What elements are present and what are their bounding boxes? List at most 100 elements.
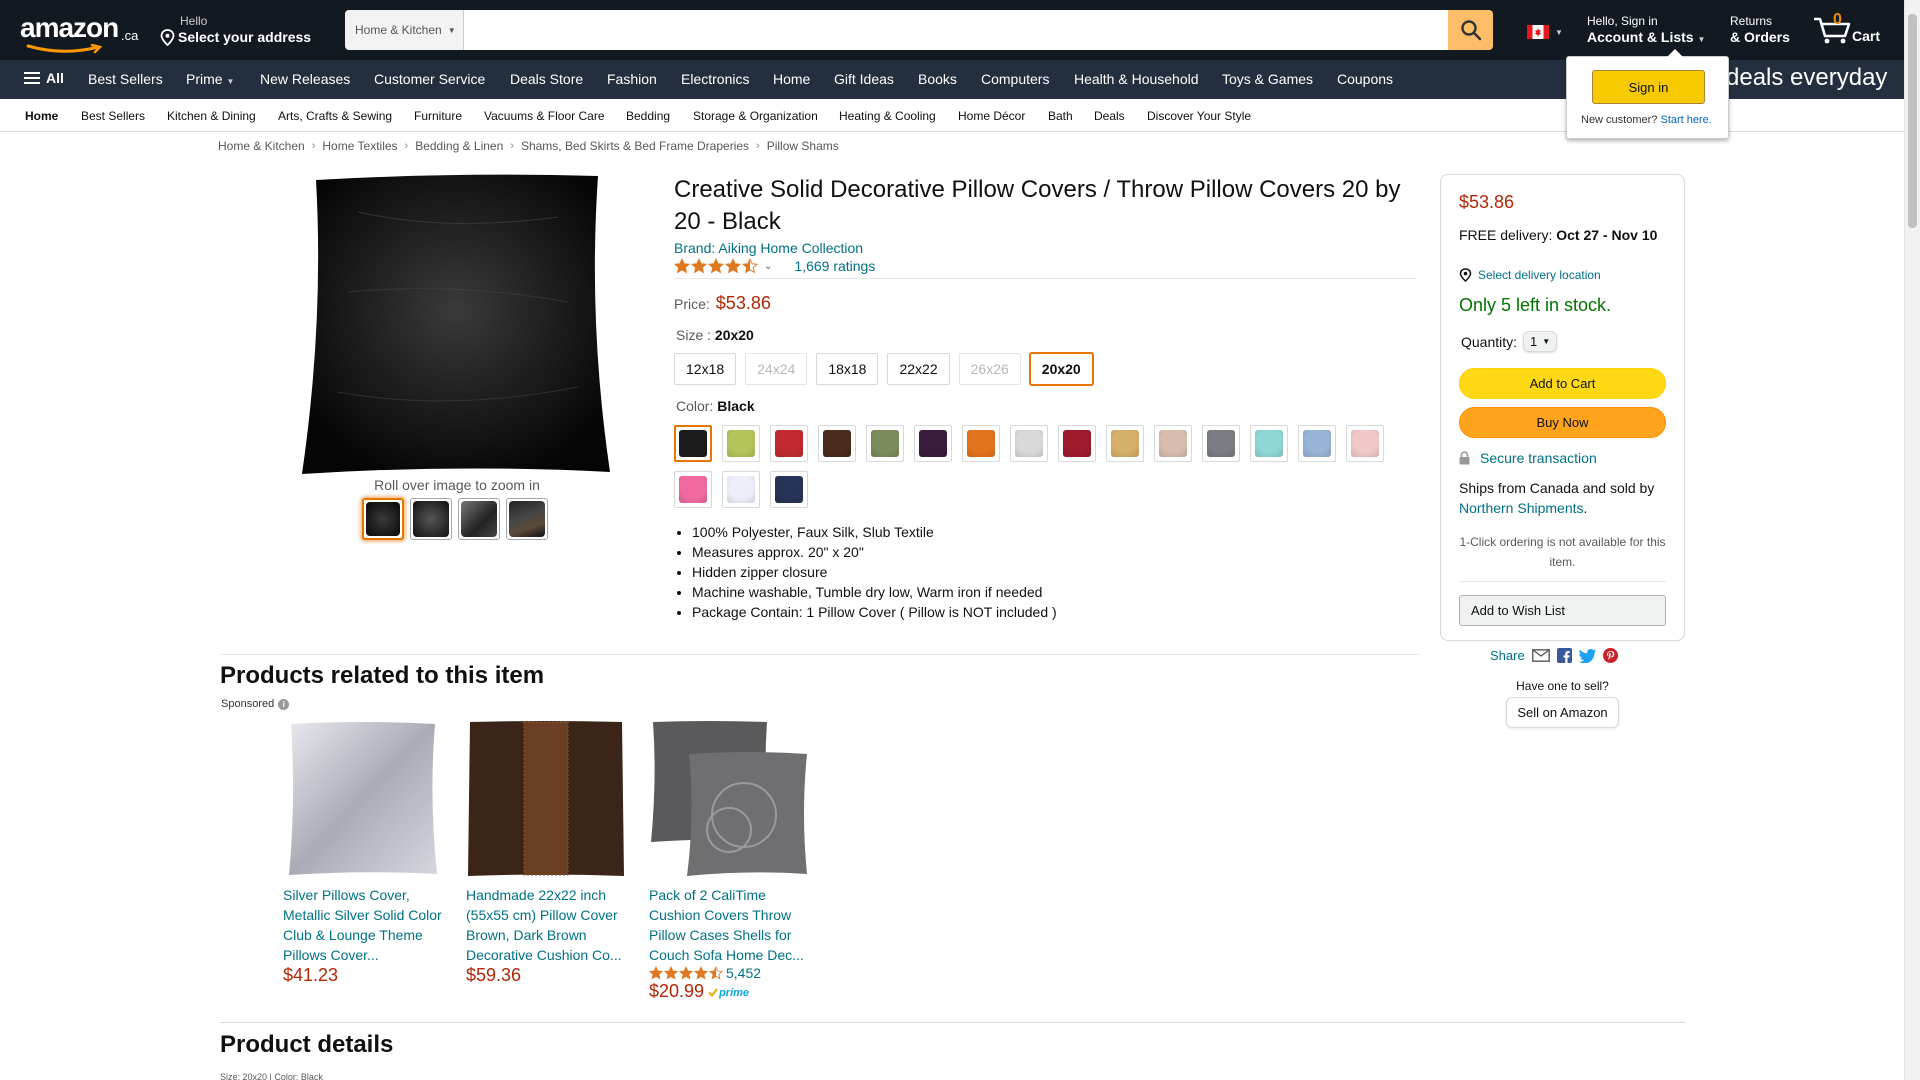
size-option[interactable]: 18x18 [816, 353, 879, 385]
color-swatch[interactable] [722, 471, 760, 508]
email-icon[interactable] [1531, 649, 1550, 662]
all-menu-button[interactable]: All [24, 70, 64, 86]
search-department-dropdown[interactable]: Home & Kitchen ▼ [345, 10, 464, 50]
related-product-name[interactable]: Handmade 22x22 inch (55x55 cm) Pillow Co… [466, 885, 626, 965]
subnav-bedding[interactable]: Bedding [626, 109, 670, 123]
related-product-rating[interactable]: 5,452 [649, 965, 809, 981]
subnav-arts-crafts[interactable]: Arts, Crafts & Sewing [278, 109, 392, 123]
select-location-link[interactable]: Select delivery location [1478, 268, 1601, 282]
color-swatch[interactable] [674, 471, 712, 508]
product-thumbnail-image[interactable] [283, 720, 443, 878]
color-swatch[interactable] [1058, 425, 1096, 462]
subnav-storage[interactable]: Storage & Organization [693, 109, 818, 123]
amazon-logo[interactable]: amazon .ca [20, 12, 142, 54]
related-product-card[interactable]: Pack of 2 CaliTime Cushion Covers Throw … [649, 720, 809, 1002]
nav-coupons[interactable]: Coupons [1337, 71, 1393, 87]
color-swatch[interactable] [818, 425, 856, 462]
share-link[interactable]: Share [1490, 648, 1525, 663]
returns-orders-link[interactable]: Returns & Orders [1730, 14, 1790, 46]
nav-customer-service[interactable]: Customer Service [374, 71, 485, 87]
info-icon[interactable]: i [278, 698, 290, 710]
related-product-name[interactable]: Pack of 2 CaliTime Cushion Covers Throw … [649, 885, 809, 965]
search-input[interactable] [464, 10, 1448, 50]
color-swatch[interactable] [1010, 425, 1048, 462]
secure-transaction[interactable]: Secure transaction [1459, 450, 1597, 466]
thumbnail[interactable] [506, 498, 548, 540]
subnav-furniture[interactable]: Furniture [414, 109, 462, 123]
twitter-icon[interactable] [1578, 648, 1596, 663]
add-to-cart-button[interactable]: Add to Cart [1459, 368, 1666, 399]
pinterest-icon[interactable] [1602, 648, 1618, 663]
nav-electronics[interactable]: Electronics [681, 71, 749, 87]
breadcrumb-item[interactable]: Pillow Shams [767, 139, 839, 153]
product-thumbnail-image[interactable] [466, 720, 626, 878]
color-swatch[interactable] [1346, 425, 1384, 462]
color-swatch[interactable] [1106, 425, 1144, 462]
promo-banner[interactable]: deals everyday [1726, 64, 1887, 92]
thumbnail[interactable] [458, 498, 500, 540]
deliver-to[interactable]: Hello Select your address [160, 14, 311, 46]
color-swatch[interactable] [866, 425, 904, 462]
nav-home[interactable]: Home [773, 71, 810, 87]
nav-gift-ideas[interactable]: Gift Ideas [834, 71, 894, 87]
facebook-icon[interactable] [1556, 648, 1572, 663]
nav-toys-games[interactable]: Toys & Games [1222, 71, 1313, 87]
color-swatch[interactable] [770, 425, 808, 462]
language-selector[interactable]: ▼ [1527, 25, 1563, 39]
breadcrumb-item[interactable]: Home & Kitchen [218, 139, 305, 153]
thumbnail[interactable] [362, 498, 404, 540]
size-option[interactable]: 22x22 [887, 353, 950, 385]
add-to-wishlist-button[interactable]: Add to Wish List [1459, 595, 1666, 626]
ratings-count-link[interactable]: 1,669 ratings [794, 258, 875, 274]
size-option[interactable]: 26x26 [958, 353, 1021, 385]
delivery-location[interactable]: Select delivery location [1459, 268, 1601, 282]
quantity-select[interactable]: 1 ▼ [1523, 331, 1558, 352]
product-main-image[interactable] [298, 172, 616, 477]
breadcrumb-item[interactable]: Bedding & Linen [415, 139, 503, 153]
seller-link[interactable]: Northern Shipments [1459, 500, 1584, 516]
nav-new-releases[interactable]: New Releases [260, 71, 350, 87]
signin-button[interactable]: Sign in [1592, 70, 1705, 104]
color-swatch[interactable] [1154, 425, 1192, 462]
size-option[interactable]: 24x24 [745, 353, 808, 385]
nav-books[interactable]: Books [918, 71, 957, 87]
star-rating[interactable] [674, 258, 758, 274]
color-swatch[interactable] [914, 425, 952, 462]
product-thumbnail-image[interactable] [649, 720, 809, 878]
subnav-vacuums[interactable]: Vacuums & Floor Care [484, 109, 605, 123]
subnav-deals[interactable]: Deals [1094, 109, 1125, 123]
subnav-kitchen-dining[interactable]: Kitchen & Dining [167, 109, 256, 123]
subnav-heating-cooling[interactable]: Heating & Cooling [839, 109, 936, 123]
sell-on-amazon-button[interactable]: Sell on Amazon [1506, 697, 1619, 728]
size-option[interactable]: 12x18 [674, 353, 737, 385]
thumbnail[interactable] [410, 498, 452, 540]
nav-health-household[interactable]: Health & Household [1074, 71, 1199, 87]
secure-transaction-link[interactable]: Secure transaction [1480, 450, 1597, 466]
subnav-discover-style[interactable]: Discover Your Style [1147, 109, 1251, 123]
related-product-card[interactable]: Silver Pillows Cover, Metallic Silver So… [283, 720, 443, 986]
subnav-home-decor[interactable]: Home Décor [958, 109, 1025, 123]
subnav-home[interactable]: Home [25, 109, 58, 123]
scrollbar-thumb[interactable] [1908, 14, 1917, 228]
color-swatch[interactable] [1298, 425, 1336, 462]
subnav-best-sellers[interactable]: Best Sellers [81, 109, 145, 123]
brand-link[interactable]: Brand: Aiking Home Collection [674, 240, 863, 256]
nav-computers[interactable]: Computers [981, 71, 1049, 87]
nav-prime[interactable]: Prime ▼ [186, 71, 234, 87]
breadcrumb-item[interactable]: Shams, Bed Skirts & Bed Frame Draperies [521, 139, 749, 153]
breadcrumb-item[interactable]: Home Textiles [322, 139, 397, 153]
nav-best-sellers[interactable]: Best Sellers [88, 71, 163, 87]
related-product-card[interactable]: Handmade 22x22 inch (55x55 cm) Pillow Co… [466, 720, 626, 986]
related-product-name[interactable]: Silver Pillows Cover, Metallic Silver So… [283, 885, 443, 965]
color-swatch[interactable] [1202, 425, 1240, 462]
cart-link[interactable]: 0 Cart [1812, 10, 1892, 50]
size-option[interactable]: 20x20 [1029, 353, 1093, 385]
buy-now-button[interactable]: Buy Now [1459, 407, 1666, 438]
search-button[interactable] [1448, 10, 1493, 50]
color-swatch[interactable] [962, 425, 1000, 462]
color-swatch[interactable] [674, 425, 712, 462]
nav-deals-store[interactable]: Deals Store [510, 71, 583, 87]
page-scrollbar[interactable] [1904, 0, 1920, 1080]
color-swatch[interactable] [770, 471, 808, 508]
start-here-link[interactable]: Start here. [1660, 114, 1711, 126]
